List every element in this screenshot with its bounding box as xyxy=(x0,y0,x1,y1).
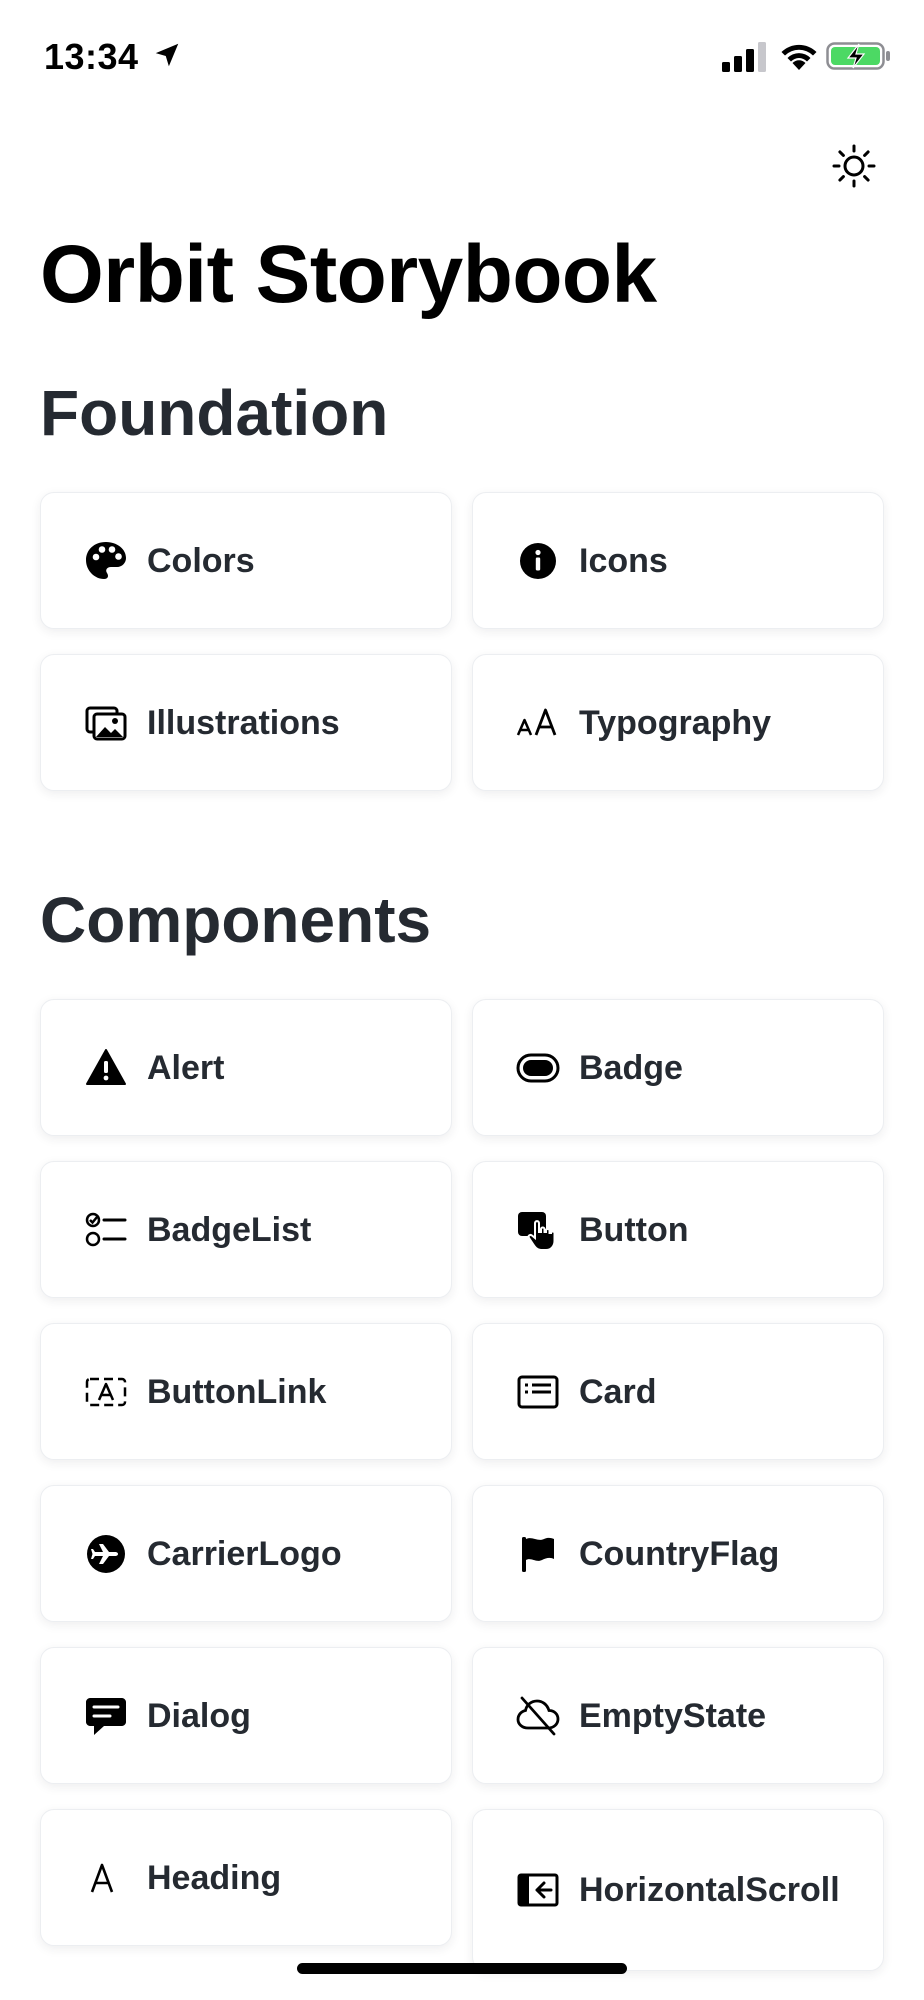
flag-icon xyxy=(515,1531,561,1577)
tile-label: Button xyxy=(579,1210,689,1249)
theme-toggle-button[interactable] xyxy=(826,138,882,194)
tile-button[interactable]: Button xyxy=(472,1161,884,1298)
tile-card[interactable]: Card xyxy=(472,1323,884,1460)
status-time: 13:34 xyxy=(44,36,139,77)
card-icon xyxy=(515,1369,561,1415)
tile-label: ButtonLink xyxy=(147,1372,327,1411)
airplane-icon xyxy=(83,1531,129,1577)
tile-label: Colors xyxy=(147,541,255,580)
status-bar: 13:34 xyxy=(0,0,924,116)
section-title-foundation: Foundation xyxy=(40,377,389,449)
tile-alert[interactable]: Alert xyxy=(40,999,452,1136)
tile-label: Typography xyxy=(579,703,772,742)
section-title-components: Components xyxy=(40,884,432,956)
tile-label: Dialog xyxy=(147,1696,251,1735)
location-arrow-icon xyxy=(155,43,179,67)
page-title: Orbit Storybook xyxy=(40,229,657,320)
tile-emptystate[interactable]: EmptyState xyxy=(472,1647,884,1784)
hand-tap-icon xyxy=(515,1207,561,1253)
tile-label: Icons xyxy=(579,541,668,580)
tile-label: Alert xyxy=(147,1048,225,1087)
tile-label: HorizontalScroll xyxy=(579,1871,840,1909)
images-icon xyxy=(83,700,129,746)
components-grid: Alert Badge BadgeList Button ButtonLink … xyxy=(40,999,884,1971)
battery-charging-icon xyxy=(826,42,890,70)
tile-label: Card xyxy=(579,1372,657,1411)
chat-icon xyxy=(83,1693,129,1739)
tile-badgelist[interactable]: BadgeList xyxy=(40,1161,452,1298)
wifi-icon xyxy=(781,44,817,70)
tile-label: Illustrations xyxy=(147,703,340,742)
foundation-grid: Colors Icons Illustrations Typography xyxy=(40,492,884,791)
heading-icon xyxy=(83,1855,129,1901)
tile-horizontalscroll[interactable]: HorizontalScroll xyxy=(472,1809,884,1971)
tile-label: Heading xyxy=(147,1858,282,1897)
tile-icons[interactable]: Icons xyxy=(472,492,884,629)
tile-label: CarrierLogo xyxy=(147,1534,342,1573)
tile-colors[interactable]: Colors xyxy=(40,492,452,629)
tile-heading[interactable]: Heading xyxy=(40,1809,452,1946)
tile-countryflag[interactable]: CountryFlag xyxy=(472,1485,884,1622)
text-box-icon xyxy=(83,1369,129,1415)
tile-buttonlink[interactable]: ButtonLink xyxy=(40,1323,452,1460)
sun-icon xyxy=(832,144,876,188)
palette-icon xyxy=(83,538,129,584)
home-indicator[interactable] xyxy=(297,1963,627,1974)
tile-illustrations[interactable]: Illustrations xyxy=(40,654,452,791)
badge-icon xyxy=(515,1045,561,1091)
warning-icon xyxy=(83,1045,129,1091)
info-icon xyxy=(515,538,561,584)
typography-icon xyxy=(515,700,561,746)
tile-typography[interactable]: Typography xyxy=(472,654,884,791)
tile-carrierlogo[interactable]: CarrierLogo xyxy=(40,1485,452,1622)
tile-label: CountryFlag xyxy=(579,1534,780,1573)
cloud-off-icon xyxy=(515,1693,561,1739)
scroll-icon xyxy=(515,1867,561,1913)
tile-badge[interactable]: Badge xyxy=(472,999,884,1136)
checklist-icon xyxy=(83,1207,129,1253)
tile-label: BadgeList xyxy=(147,1210,312,1249)
tile-label: EmptyState xyxy=(579,1696,767,1735)
signal-icon xyxy=(722,42,766,72)
tile-dialog[interactable]: Dialog xyxy=(40,1647,452,1784)
tile-label: Badge xyxy=(579,1048,683,1087)
